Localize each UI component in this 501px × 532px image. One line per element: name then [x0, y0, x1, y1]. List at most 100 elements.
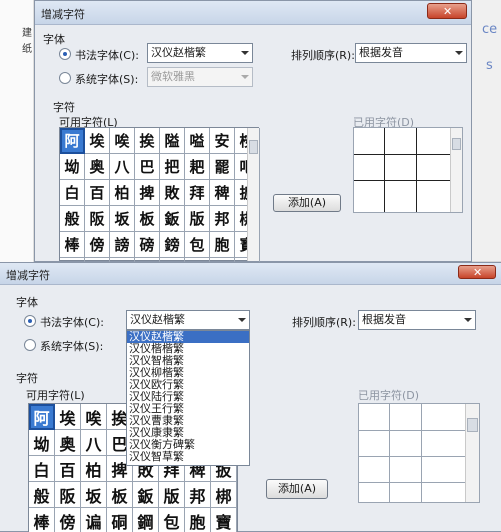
dialog-title: 增减字符 [41, 8, 85, 21]
char-cell[interactable]: 坂 [110, 206, 135, 232]
char-cell[interactable]: 敗 [160, 180, 185, 206]
char-cell[interactable]: 埃 [85, 128, 110, 154]
bottom-dialog: 增减字符 ✕ 字体 书法字体(C): 汉仪赵楷繁 系统字体(S): 排列顺序(R… [0, 262, 501, 532]
char-cell[interactable]: 捭 [135, 180, 160, 206]
char-cell[interactable]: 板 [135, 206, 160, 232]
system-font-select[interactable]: 微软雅黑 [147, 67, 253, 87]
available-chars-scrollbar[interactable] [247, 128, 259, 261]
char-cell[interactable]: 唉 [81, 404, 107, 430]
char-cell[interactable]: 安 [210, 128, 235, 154]
char-cell[interactable]: 唉 [110, 128, 135, 154]
char-cell[interactable]: 鋼 [133, 508, 159, 532]
system-font-label: 系统字体(S): [75, 73, 139, 86]
used-chars-grid[interactable] [353, 127, 463, 213]
char-cell[interactable]: 罷 [210, 154, 235, 180]
char-cell[interactable]: 梆 [211, 482, 237, 508]
background-text: 建 [22, 28, 32, 39]
scrollbar-thumb[interactable] [467, 418, 478, 432]
chevron-down-icon [241, 51, 249, 55]
char-cell[interactable]: 柏 [110, 180, 135, 206]
sort-order-select[interactable]: 根据发音 [355, 43, 467, 63]
calligraphy-font-value: 汉仪赵楷繁 [151, 46, 206, 59]
used-chars-scrollbar[interactable] [450, 128, 462, 212]
char-cell[interactable]: 邦 [210, 206, 235, 232]
char-cell[interactable]: 奥 [85, 154, 110, 180]
char-cell[interactable]: 鈑 [133, 482, 159, 508]
used-chars-scrollbar[interactable] [465, 404, 479, 502]
font-group-label: 字体 [43, 33, 65, 46]
char-cell[interactable]: 嗌 [185, 128, 210, 154]
scrollbar-thumb[interactable] [452, 138, 461, 150]
calligraphy-font-radio[interactable] [24, 315, 36, 327]
char-cell[interactable]: 磅 [135, 232, 160, 258]
top-title-bar: 增减字符 ✕ [35, 1, 471, 25]
system-font-radio[interactable] [24, 339, 36, 351]
dialog-title: 增减字符 [6, 269, 50, 282]
close-button[interactable]: ✕ [427, 3, 467, 19]
char-cell[interactable]: 棒 [29, 508, 55, 532]
add-button[interactable]: 添加(A) [266, 479, 328, 499]
char-cell[interactable]: 包 [159, 508, 185, 532]
char-cell[interactable]: 坂 [81, 482, 107, 508]
char-cell[interactable]: 傍 [55, 508, 81, 532]
chars-group-label: 字符 [16, 372, 38, 385]
used-chars-grid[interactable] [358, 403, 480, 503]
char-cell[interactable]: 拜 [185, 180, 210, 206]
char-cell[interactable]: 包 [185, 232, 210, 258]
sort-order-value: 根据发音 [359, 46, 403, 59]
scrollbar-thumb[interactable] [249, 140, 258, 154]
char-cell[interactable]: 鎊 [160, 232, 185, 258]
char-cell[interactable]: 坳 [29, 430, 55, 456]
close-button[interactable]: ✕ [458, 265, 496, 279]
char-cell[interactable]: 谝 [81, 508, 107, 532]
char-cell[interactable]: 百 [85, 180, 110, 206]
char-cell[interactable]: 棒 [60, 232, 85, 258]
char-cell[interactable]: 柏 [81, 456, 107, 482]
top-dialog: 增减字符 ✕ 字体 书法字体(C): 汉仪赵楷繁 系统字体(S): 微软雅黑 排… [34, 0, 472, 284]
char-cell[interactable]: 傍 [85, 232, 110, 258]
char-cell[interactable]: 耙 [185, 154, 210, 180]
char-cell[interactable]: 般 [29, 482, 55, 508]
char-cell[interactable]: 八 [110, 154, 135, 180]
char-cell[interactable]: 阿 [29, 404, 55, 430]
char-cell[interactable]: 隘 [160, 128, 185, 154]
font-group-label: 字体 [16, 296, 38, 309]
char-cell[interactable]: 稗 [210, 180, 235, 206]
calligraphy-font-select[interactable]: 汉仪赵楷繁 [126, 310, 250, 330]
char-cell[interactable]: 白 [60, 180, 85, 206]
background-text: 纸 [22, 44, 32, 55]
char-cell[interactable]: 坳 [60, 154, 85, 180]
char-cell[interactable]: 八 [81, 430, 107, 456]
char-cell[interactable]: 挨 [135, 128, 160, 154]
char-cell[interactable]: 阿 [60, 128, 85, 154]
char-cell[interactable]: 版 [159, 482, 185, 508]
calligraphy-font-dropdown-list[interactable]: 汉仪赵楷繁 汉仪楷楷繁 汉仪智楷繁 汉仪柳楷繁 汉仪欧行繁 汉仪陆行繁 汉仪王行繁 汉仪曹隶繁… [126, 330, 250, 466]
char-cell[interactable]: 般 [60, 206, 85, 232]
char-cell[interactable]: 胞 [210, 232, 235, 258]
char-cell[interactable]: 硐 [107, 508, 133, 532]
char-cell[interactable]: 胞 [185, 508, 211, 532]
char-cell[interactable]: 寶 [211, 508, 237, 532]
calligraphy-font-radio[interactable] [59, 48, 71, 60]
char-cell[interactable]: 奥 [55, 430, 81, 456]
sort-order-select[interactable]: 根据发音 [358, 310, 476, 330]
char-cell[interactable]: 鈑 [160, 206, 185, 232]
char-cell[interactable]: 版 [185, 206, 210, 232]
calligraphy-font-select[interactable]: 汉仪赵楷繁 [147, 43, 253, 63]
add-button[interactable]: 添加(A) [273, 194, 341, 212]
char-cell[interactable]: 巴 [135, 154, 160, 180]
char-cell[interactable]: 阪 [55, 482, 81, 508]
char-cell[interactable]: 謗 [110, 232, 135, 258]
system-font-radio[interactable] [59, 72, 71, 84]
char-cell[interactable]: 阪 [85, 206, 110, 232]
char-cell[interactable]: 白 [29, 456, 55, 482]
char-cell[interactable]: 埃 [55, 404, 81, 430]
available-chars-grid[interactable]: 阿埃唉挨隘嗌安桉坳奥八巴把耙罷吧白百柏捭敗拜稗扳般阪坂板鈑版邦梆棒傍謗磅鎊包胞寶… [59, 127, 260, 284]
char-cell[interactable]: 百 [55, 456, 81, 482]
background-text: s [486, 58, 493, 73]
sort-order-label: 排列顺序(R): [292, 316, 356, 329]
char-cell[interactable]: 板 [107, 482, 133, 508]
char-cell[interactable]: 邦 [185, 482, 211, 508]
char-cell[interactable]: 把 [160, 154, 185, 180]
dropdown-option[interactable]: 汉仪智草繁 [127, 451, 249, 463]
